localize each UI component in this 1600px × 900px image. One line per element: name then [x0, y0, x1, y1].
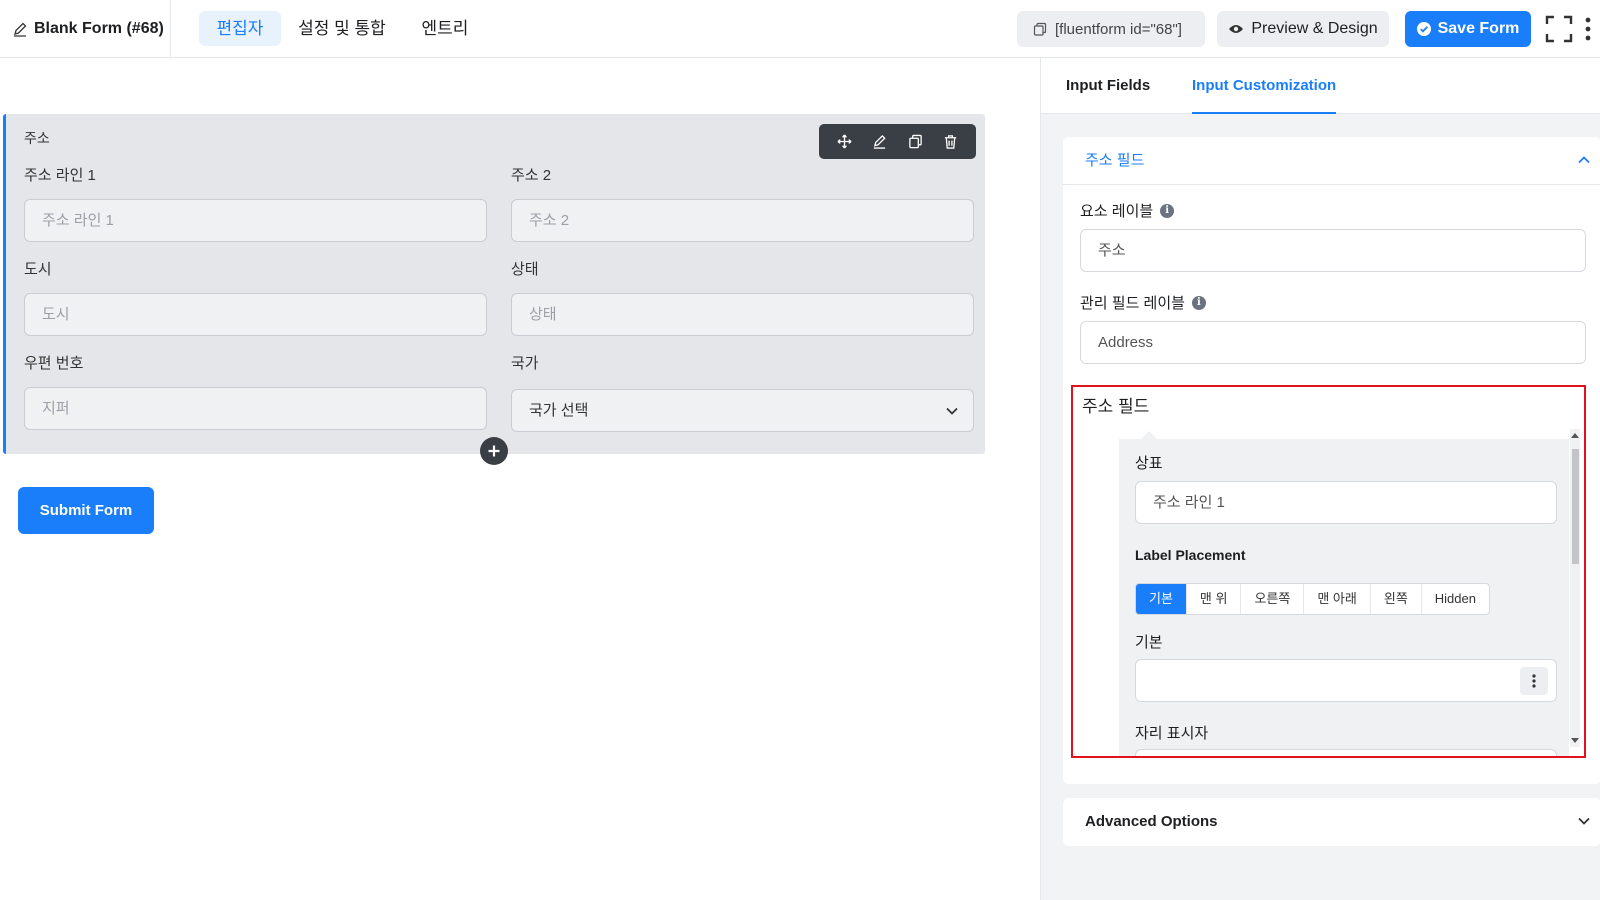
city-input[interactable]: 도시: [24, 293, 487, 336]
tab-input-fields[interactable]: Input Fields: [1066, 58, 1150, 114]
fullscreen-icon[interactable]: [1545, 15, 1573, 43]
duplicate-icon[interactable]: [908, 134, 923, 149]
chevron-down-icon: [946, 407, 958, 415]
more-vertical-icon[interactable]: [1583, 16, 1593, 42]
country-select[interactable]: 국가 선택: [511, 389, 974, 432]
more-vertical-icon: [1532, 674, 1536, 688]
tab-editor[interactable]: 편집자: [199, 11, 281, 46]
info-icon: i: [1160, 203, 1175, 218]
save-form-label: Save Form: [1437, 20, 1520, 37]
label-placement-caption: Label Placement: [1135, 547, 1246, 563]
placeholder-caption: 자리 표시자: [1135, 725, 1209, 742]
admin-label-caption: 관리 필드 레이블 i: [1080, 292, 1206, 313]
element-label-caption: 요소 레이블 i: [1080, 200, 1175, 221]
zip-input[interactable]: 지퍼: [24, 387, 487, 430]
placement-option-bottom[interactable]: 맨 아래: [1304, 584, 1371, 614]
scroll-up-arrow[interactable]: [1571, 433, 1579, 438]
section-scrollbar[interactable]: [1570, 429, 1580, 747]
placeholder-input[interactable]: [1135, 749, 1557, 756]
address-field-block[interactable]: 주소 주소 라인 1 주소 라인 1 주소 2 주소 2 도시 도시 상태 상태…: [3, 114, 985, 454]
smart-code-button[interactable]: [1520, 667, 1548, 695]
preview-design-label: Preview & Design: [1251, 20, 1378, 37]
info-icon: i: [1191, 295, 1206, 310]
address-fields-section: 주소 필드 상표 주소 라인 1 Label Placement 기본 맨 위 …: [1071, 385, 1586, 758]
placement-option-default[interactable]: 기본: [1136, 584, 1187, 614]
placement-option-right[interactable]: 오른쪽: [1241, 584, 1305, 614]
default-value-caption: 기본: [1135, 634, 1163, 651]
tab-settings[interactable]: 설정 및 통합: [288, 11, 396, 46]
copy-icon: [1033, 22, 1047, 36]
address-block-title: 주소: [24, 130, 50, 146]
panel-header[interactable]: 주소 필드: [1063, 137, 1600, 185]
top-bar: Blank Form (#68) 편집자 설정 및 통합 엔트리 [fluent…: [0, 0, 1600, 58]
label-placement-group: 기본 맨 위 오른쪽 맨 아래 왼쪽 Hidden: [1135, 583, 1490, 615]
check-circle-icon: [1416, 22, 1431, 36]
admin-label-input[interactable]: Address: [1080, 321, 1586, 364]
eye-icon: [1229, 25, 1244, 33]
placement-option-top[interactable]: 맨 위: [1187, 584, 1242, 614]
city-label: 도시: [24, 261, 52, 278]
preview-design-button[interactable]: Preview & Design: [1217, 11, 1389, 47]
country-select-value: 국가 선택: [529, 402, 589, 419]
chevron-down-icon[interactable]: [1577, 815, 1591, 827]
shortcode-button[interactable]: [fluentform id="68"]: [1017, 11, 1205, 47]
address-line1-settings: 상표 주소 라인 1 Label Placement 기본 맨 위 오른쪽 맨 …: [1119, 439, 1569, 756]
element-label-input[interactable]: 주소: [1080, 229, 1586, 272]
placement-option-left[interactable]: 왼쪽: [1371, 584, 1422, 614]
placement-option-hidden[interactable]: Hidden: [1422, 584, 1489, 614]
address-line1-input[interactable]: 주소 라인 1: [24, 199, 487, 242]
zip-label: 우편 번호: [24, 355, 84, 372]
save-form-button[interactable]: Save Form: [1405, 11, 1531, 47]
panel-title: 주소 필드: [1085, 152, 1145, 169]
address-line2-label: 주소 2: [511, 167, 552, 184]
form-title-text: Blank Form (#68): [34, 20, 164, 37]
scroll-down-arrow[interactable]: [1571, 738, 1579, 743]
advanced-options-panel[interactable]: Advanced Options: [1063, 798, 1600, 846]
advanced-options-title: Advanced Options: [1085, 813, 1218, 830]
popover-caret: [1141, 431, 1157, 439]
pencil-icon: [14, 22, 27, 37]
tab-input-customization[interactable]: Input Customization: [1192, 58, 1337, 114]
form-title[interactable]: Blank Form (#68): [0, 0, 171, 58]
default-value-input[interactable]: [1135, 659, 1557, 702]
move-icon[interactable]: [837, 134, 852, 149]
sub-label-caption: 상표: [1135, 455, 1163, 472]
address-fields-heading: 주소 필드: [1082, 397, 1150, 416]
sub-label-input[interactable]: 주소 라인 1: [1135, 481, 1557, 524]
admin-label-caption-text: 관리 필드 레이블: [1080, 295, 1185, 312]
plus-icon: [488, 445, 500, 457]
edit-icon[interactable]: [872, 134, 887, 149]
trash-icon[interactable]: [943, 134, 958, 149]
sidebar-tabs: Input Fields Input Customization: [1041, 58, 1600, 114]
field-action-toolbar: [819, 124, 976, 159]
element-label-caption-text: 요소 레이블: [1080, 203, 1154, 220]
address-line1-label: 주소 라인 1: [24, 167, 96, 184]
state-label: 상태: [511, 261, 539, 278]
address-line2-input[interactable]: 주소 2: [511, 199, 974, 242]
chevron-up-icon[interactable]: [1577, 154, 1591, 166]
scroll-thumb[interactable]: [1572, 449, 1579, 564]
state-input[interactable]: 상태: [511, 293, 974, 336]
country-label: 국가: [511, 355, 539, 372]
add-field-button[interactable]: [480, 437, 508, 465]
shortcode-text: [fluentform id="68"]: [1055, 20, 1182, 38]
tab-entries[interactable]: 엔트리: [410, 11, 480, 46]
submit-form-button[interactable]: Submit Form: [18, 487, 154, 534]
